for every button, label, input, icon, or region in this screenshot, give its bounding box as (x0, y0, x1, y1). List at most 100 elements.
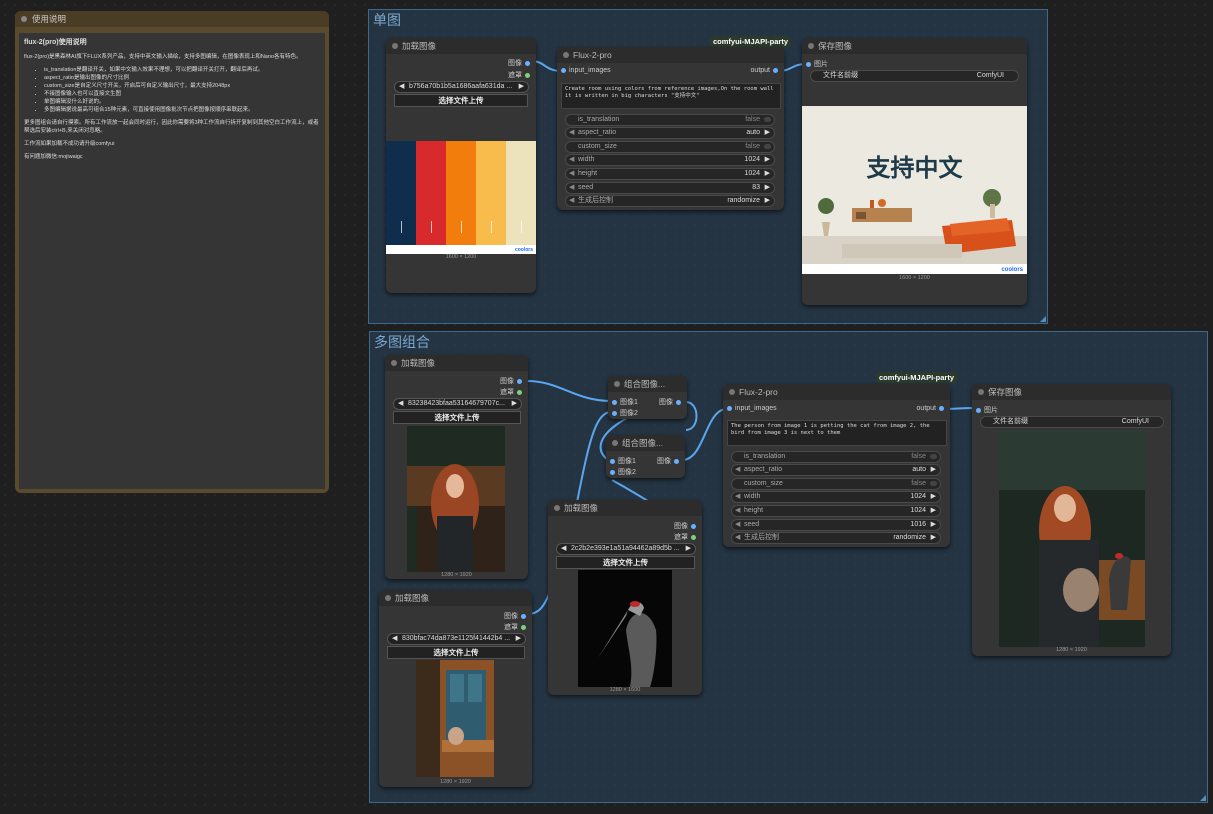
right-arrow-icon[interactable]: ▶ (765, 155, 770, 165)
left-arrow-icon[interactable]: ◀ (569, 128, 574, 138)
output-mask[interactable]: 遮罩 (504, 622, 526, 632)
node-header[interactable]: 保存图像 (802, 38, 1027, 54)
toggle-icon[interactable] (930, 454, 937, 459)
right-arrow-icon[interactable]: ▶ (519, 82, 524, 92)
output-port[interactable] (517, 378, 522, 384)
input-images[interactable]: 图片 (806, 59, 828, 69)
note-body[interactable]: flux-2(pro)使用说明 flux-2(pro)是黑森林AI旗下FLUX系… (19, 33, 325, 489)
control-after-generate-combo[interactable]: ◀ 生成后控制 randomize ▶ (565, 195, 775, 207)
left-arrow-icon[interactable]: ◀ (735, 465, 740, 475)
combine-images-node[interactable]: 组合图像... 图像1 图像2 图像 (608, 376, 687, 419)
input-port[interactable] (727, 405, 732, 411)
group-title[interactable]: 多图组合 (374, 332, 430, 352)
upload-button[interactable]: 选择文件上传 (556, 556, 695, 569)
resize-handle[interactable] (1200, 795, 1206, 801)
upload-button[interactable]: 选择文件上传 (393, 411, 521, 424)
right-arrow-icon[interactable]: ▶ (765, 169, 770, 179)
node-header[interactable]: Flux-2-pro (557, 47, 784, 63)
output-port[interactable] (939, 405, 944, 411)
height-number[interactable]: ◀ height 1024 ▶ (565, 168, 775, 180)
output-port[interactable] (525, 60, 530, 66)
output-image[interactable]: 图像 (674, 521, 696, 531)
node-header[interactable]: 加载图像 (386, 38, 536, 54)
image-select[interactable]: ◀ b756a70b1b5a1686aafa631da ... ▶ (394, 81, 529, 93)
image-select[interactable]: ◀ 2c2b2e393e1a51a94462a89d5b ... ▶ (556, 543, 696, 555)
input-port[interactable] (976, 407, 981, 413)
input-image1[interactable]: 图像1 (612, 397, 638, 407)
toggle-icon[interactable] (764, 144, 771, 149)
is-translation-toggle[interactable]: is_translation false (731, 451, 941, 463)
output-image[interactable]: 图像 (504, 611, 526, 621)
left-arrow-icon[interactable]: ◀ (399, 82, 404, 92)
resize-handle[interactable] (1040, 316, 1046, 322)
aspect-ratio-combo[interactable]: ◀ aspect_ratio auto ▶ (565, 127, 775, 139)
input-image1[interactable]: 图像1 (610, 456, 636, 466)
right-arrow-icon[interactable]: ▶ (516, 634, 521, 644)
node-header[interactable]: 加载图像 (385, 355, 528, 371)
left-arrow-icon[interactable]: ◀ (561, 544, 566, 554)
output-port[interactable] (773, 67, 778, 73)
save-image-node[interactable]: 保存图像 图片 文件名前缀 ComfyUI 1280 × 1920 (972, 384, 1171, 656)
collapse-dot-icon[interactable] (978, 389, 984, 395)
filename-prefix-field[interactable]: 文件名前缀 ComfyUI (980, 416, 1164, 428)
right-arrow-icon[interactable]: ▶ (765, 183, 770, 193)
height-number[interactable]: ◀ height 1024 ▶ (731, 505, 941, 517)
seed-number[interactable]: ◀ seed 83 ▶ (565, 182, 775, 194)
right-arrow-icon[interactable]: ▶ (931, 465, 936, 475)
collapse-dot-icon[interactable] (563, 52, 569, 58)
output-port[interactable] (525, 72, 530, 78)
seed-number[interactable]: ◀ seed 1016 ▶ (731, 519, 941, 531)
node-header[interactable]: 加载图像 (548, 500, 702, 516)
output-slot[interactable]: output (751, 67, 778, 74)
output-image[interactable]: 图像 (657, 456, 679, 466)
left-arrow-icon[interactable]: ◀ (735, 520, 740, 530)
combine-images-node[interactable]: 组合图像... 图像1 图像2 图像 (606, 435, 685, 478)
load-image-node[interactable]: 加载图像 图像 遮罩 ◀ 2c2b2e393e1a51a94462a89d5b .… (548, 500, 702, 695)
toggle-icon[interactable] (764, 117, 771, 122)
collapse-dot-icon[interactable] (614, 381, 620, 387)
collapse-dot-icon[interactable] (554, 505, 560, 511)
load-image-node[interactable]: 加载图像 图像 遮罩 ◀ b756a70b1b5a1686aafa631da ..… (386, 38, 536, 293)
group-title[interactable]: 单图 (373, 10, 401, 30)
output-port[interactable] (691, 534, 696, 540)
right-arrow-icon[interactable]: ▶ (512, 399, 517, 409)
save-image-node[interactable]: 保存图像 图片 文件名前缀 ComfyUI 支持中文 coolors 1600 ×… (802, 38, 1027, 305)
input-port[interactable] (612, 410, 617, 416)
output-image[interactable]: 图像 (500, 376, 522, 386)
left-arrow-icon[interactable]: ◀ (735, 506, 740, 516)
right-arrow-icon[interactable]: ▶ (931, 533, 936, 543)
output-port[interactable] (676, 399, 681, 405)
input-port[interactable] (610, 469, 615, 475)
custom-size-toggle[interactable]: custom_size false (565, 141, 775, 153)
left-arrow-icon[interactable]: ◀ (569, 183, 574, 193)
left-arrow-icon[interactable]: ◀ (569, 155, 574, 165)
collapse-dot-icon[interactable] (808, 43, 814, 49)
node-header[interactable]: 保存图像 (972, 384, 1171, 400)
load-image-node[interactable]: 加载图像 图像 遮罩 ◀ 830bfac74da873e1125f41442b4 … (379, 590, 532, 787)
collapse-dot-icon[interactable] (385, 595, 391, 601)
output-mask[interactable]: 遮罩 (508, 70, 530, 80)
width-number[interactable]: ◀ width 1024 ▶ (565, 154, 775, 166)
input-port[interactable] (561, 67, 566, 73)
right-arrow-icon[interactable]: ▶ (686, 544, 691, 554)
upload-button[interactable]: 选择文件上传 (387, 646, 525, 659)
width-number[interactable]: ◀ width 1024 ▶ (731, 491, 941, 503)
output-port[interactable] (521, 624, 526, 630)
output-slot[interactable]: output (917, 405, 944, 412)
node-header[interactable]: 组合图像... (606, 435, 685, 451)
left-arrow-icon[interactable]: ◀ (569, 169, 574, 179)
collapse-dot-icon[interactable] (392, 43, 398, 49)
output-port[interactable] (691, 523, 696, 529)
output-image[interactable]: 图像 (659, 397, 681, 407)
image-select[interactable]: ◀ 830bfac74da873e1125f41442b4 ... ▶ (387, 633, 526, 645)
output-mask[interactable]: 遮罩 (674, 532, 696, 542)
left-arrow-icon[interactable]: ◀ (735, 533, 740, 543)
load-image-node[interactable]: 加载图像 图像 遮罩 ◀ 83238423bfaa53164679707c... ▶… (385, 355, 528, 579)
right-arrow-icon[interactable]: ▶ (765, 196, 770, 206)
left-arrow-icon[interactable]: ◀ (398, 399, 403, 409)
collapse-dot-icon[interactable] (729, 389, 735, 395)
custom-size-toggle[interactable]: custom_size false (731, 478, 941, 490)
image-select[interactable]: ◀ 83238423bfaa53164679707c... ▶ (393, 398, 522, 410)
filename-prefix-field[interactable]: 文件名前缀 ComfyUI (810, 70, 1019, 82)
right-arrow-icon[interactable]: ▶ (765, 128, 770, 138)
